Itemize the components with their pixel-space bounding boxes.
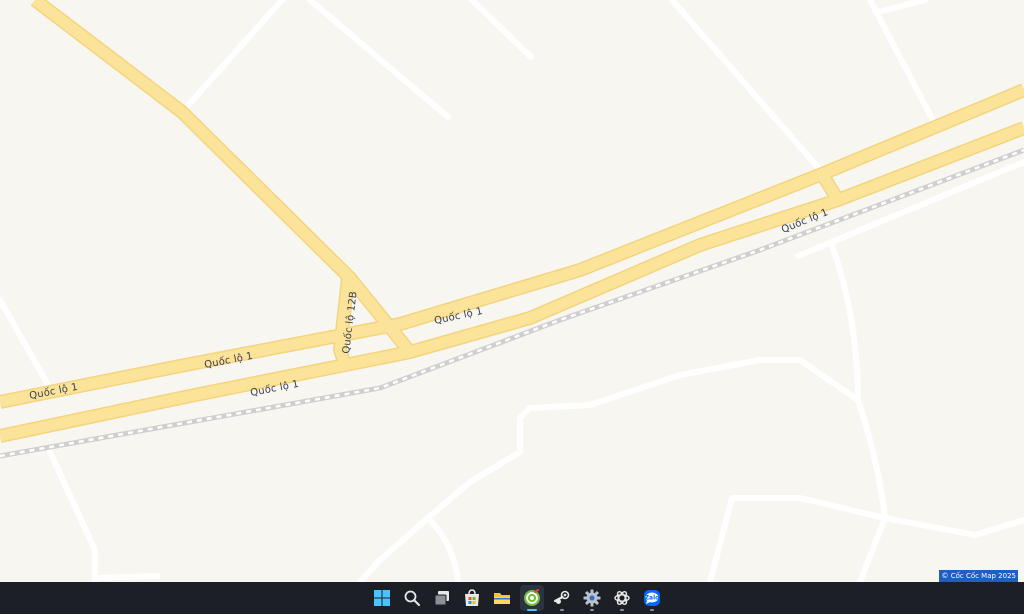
coccoc-browser-icon — [524, 589, 540, 606]
file-explorer-icon — [494, 593, 510, 604]
zalo-icon: Zalo — [644, 590, 660, 606]
minor-road — [425, 515, 461, 582]
minor-road — [179, 0, 285, 115]
minor-road — [357, 357, 861, 582]
active-indicator — [527, 609, 537, 611]
minor-road — [469, 0, 534, 60]
taskbar: Zalo — [0, 582, 1024, 614]
road-label: Quốc lộ 1 — [28, 381, 79, 402]
taskbar-coccoc-button[interactable] — [520, 585, 544, 611]
chatgpt-icon — [614, 591, 630, 605]
minor-road — [829, 242, 861, 403]
minor-road — [669, 0, 825, 175]
taskbar-start-button[interactable] — [370, 585, 394, 611]
taskbar-chatgpt-button[interactable] — [610, 585, 634, 611]
windows-start-icon — [374, 590, 390, 606]
task-view-icon — [434, 591, 449, 606]
minor-road — [855, 397, 888, 521]
highway-connector — [817, 171, 843, 203]
minor-road — [875, 0, 928, 15]
taskbar-store-button[interactable] — [460, 585, 484, 611]
minor-road — [307, 0, 451, 120]
minor-road — [47, 449, 98, 582]
search-icon — [404, 590, 420, 606]
running-indicator — [590, 609, 594, 611]
taskbar-search-button[interactable] — [400, 585, 424, 611]
minor-road — [867, 0, 940, 131]
highway-ql1-south — [0, 122, 1024, 442]
settings-gear-icon — [583, 589, 601, 607]
minor-road — [857, 515, 888, 582]
minor-road — [92, 573, 161, 581]
running-indicator — [560, 609, 564, 611]
taskbar-steam-button[interactable] — [550, 585, 574, 611]
steam-icon — [553, 590, 570, 604]
microsoft-store-icon — [465, 589, 479, 606]
running-indicator — [620, 609, 624, 611]
highway-ql1-north — [0, 84, 1024, 408]
map-svg: Quốc lộ 1 Quốc lộ 1 Quốc lộ 1 Quốc lộ 1 … — [0, 0, 1024, 582]
taskbar-zalo-button[interactable]: Zalo — [640, 585, 664, 611]
map-copyright: © Cốc Cốc Map 2025 — [939, 570, 1018, 582]
running-indicator — [650, 609, 654, 611]
taskbar-task-view-button[interactable] — [430, 585, 454, 611]
zalo-icon-label: Zalo — [645, 595, 660, 602]
taskbar-settings-button[interactable] — [580, 585, 604, 611]
minor-road — [0, 297, 53, 391]
taskbar-icons: Zalo — [370, 585, 664, 611]
taskbar-explorer-button[interactable] — [490, 585, 514, 611]
map-canvas[interactable]: Quốc lộ 1 Quốc lộ 1 Quốc lộ 1 Quốc lộ 1 … — [0, 0, 1024, 582]
